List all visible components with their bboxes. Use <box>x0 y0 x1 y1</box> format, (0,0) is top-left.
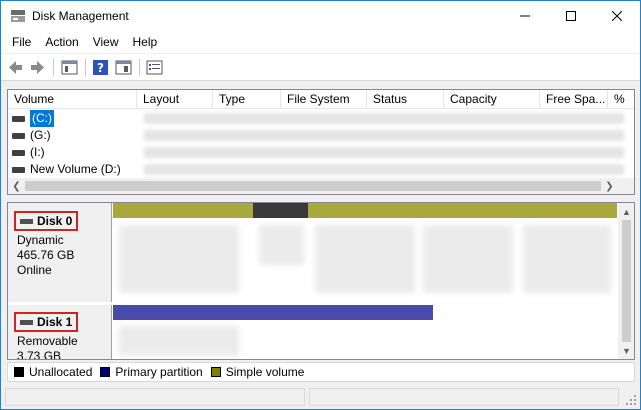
unallocated-bar <box>253 203 308 218</box>
help-icon[interactable]: ? <box>92 59 109 76</box>
volume-row[interactable]: (C:) <box>8 110 634 127</box>
disk-icon <box>20 218 33 224</box>
disk-0-title: Disk 0 <box>14 211 79 231</box>
legend-swatch <box>100 367 111 377</box>
drive-icon <box>12 149 25 156</box>
title-bar: Disk Management <box>1 1 640 31</box>
legend-primary-partition: Primary partition <box>100 365 203 379</box>
primary-partition-bar <box>113 305 433 320</box>
legend: Unallocated Primary partition Simple vol… <box>7 362 635 382</box>
drive-icon <box>12 115 25 122</box>
back-arrow-icon[interactable] <box>7 59 24 76</box>
drive-icon <box>12 166 25 173</box>
close-icon <box>612 11 622 21</box>
menu-action[interactable]: Action <box>38 32 85 52</box>
legend-swatch <box>14 367 24 377</box>
simple-volume-bar <box>113 203 253 218</box>
redacted-row-details <box>144 164 624 175</box>
volume-row[interactable]: (G:) <box>8 127 634 144</box>
properties-icon[interactable] <box>146 59 163 76</box>
disk-1-size: 3.73 GB <box>17 349 62 360</box>
scroll-up-icon[interactable]: ▲ <box>618 203 634 220</box>
minimize-icon <box>520 15 530 17</box>
disk-1-kind: Removable <box>17 334 78 348</box>
legend-swatch <box>210 367 221 377</box>
column-type[interactable]: Type <box>213 90 281 109</box>
legend-unallocated: Unallocated <box>14 365 92 379</box>
resize-grip-icon[interactable] <box>625 394 637 406</box>
scroll-down-icon[interactable]: ▼ <box>618 342 634 359</box>
menu-file[interactable]: File <box>5 32 38 52</box>
forward-arrow-icon[interactable] <box>29 59 46 76</box>
status-cell <box>5 388 305 406</box>
column-file-system[interactable]: File System <box>281 90 367 109</box>
disk-management-window: Disk Management File Action View Help ? … <box>0 0 641 410</box>
status-cell <box>309 388 619 406</box>
menu-help[interactable]: Help <box>126 32 165 52</box>
svg-text:?: ? <box>97 61 104 75</box>
disk-management-icon <box>11 10 25 22</box>
disk-0-kind: Dynamic <box>17 233 64 247</box>
disk-icon <box>20 319 33 325</box>
console-tree-icon[interactable] <box>61 59 78 76</box>
volume-name: (I:) <box>30 145 45 159</box>
disk-0-label[interactable]: Disk 0 Dynamic 465.76 GB Online <box>8 203 112 302</box>
maximize-button[interactable] <box>548 1 594 31</box>
scrollbar-thumb[interactable] <box>622 220 631 342</box>
volume-name: (C:) <box>30 110 54 127</box>
redacted-row-details <box>144 147 624 158</box>
column-layout[interactable]: Layout <box>137 90 213 109</box>
scroll-right-icon[interactable]: ❯ <box>601 178 618 194</box>
scrollbar-thumb[interactable] <box>25 181 601 191</box>
redacted-volume <box>315 225 415 293</box>
column-volume[interactable]: Volume <box>8 90 137 109</box>
menu-view[interactable]: View <box>86 32 126 52</box>
toolbar: ? <box>1 54 640 81</box>
show-hide-icon[interactable] <box>115 59 132 76</box>
disk-1-label[interactable]: Disk 1 Removable 3.73 GB <box>8 305 112 360</box>
volume-list[interactable]: Volume Layout Type File System Status Ca… <box>7 89 635 195</box>
redacted-volume <box>259 225 304 265</box>
window-title: Disk Management <box>32 9 129 23</box>
close-button[interactable] <box>594 1 640 31</box>
maximize-icon <box>566 11 576 21</box>
disk-graphical-view[interactable]: Disk 0 Dynamic 465.76 GB Online Disk 1 R… <box>7 202 635 360</box>
redacted-volume <box>423 225 513 293</box>
redacted-row-details <box>144 113 624 124</box>
column-capacity[interactable]: Capacity <box>444 90 540 109</box>
disk-0-state: Online <box>17 263 52 277</box>
column-percent-free[interactable]: % <box>608 90 634 109</box>
redacted-volume <box>523 225 611 293</box>
volume-name: New Volume (D:) <box>30 162 121 176</box>
volume-name: (G:) <box>30 128 51 142</box>
volume-row[interactable]: New Volume (D:) <box>8 161 634 178</box>
vertical-scrollbar[interactable]: ▲ ▼ <box>618 203 634 359</box>
minimize-button[interactable] <box>502 1 548 31</box>
legend-simple-volume: Simple volume <box>210 365 304 379</box>
toolbar-separator <box>53 59 54 76</box>
toolbar-separator <box>85 59 86 76</box>
redacted-row-details <box>144 130 624 141</box>
column-free-space[interactable]: Free Spa... <box>540 90 608 109</box>
menu-bar: File Action View Help <box>1 31 640 53</box>
disk-0-size: 465.76 GB <box>17 248 75 262</box>
disk-1-title: Disk 1 <box>14 312 79 332</box>
toolbar-separator <box>139 59 140 76</box>
column-status[interactable]: Status <box>367 90 444 109</box>
volume-row[interactable]: (I:) <box>8 144 634 161</box>
simple-volume-bar <box>308 203 617 218</box>
horizontal-scrollbar[interactable]: ❮ ❯ <box>8 178 634 194</box>
disk-0-partitions[interactable] <box>113 203 617 302</box>
scroll-left-icon[interactable]: ❮ <box>8 178 25 194</box>
redacted-volume <box>119 225 239 293</box>
status-bar <box>1 385 640 409</box>
disk-1-partitions[interactable] <box>113 305 433 359</box>
redacted-volume <box>119 326 239 356</box>
drive-icon <box>12 132 25 139</box>
volume-list-header: Volume Layout Type File System Status Ca… <box>8 90 634 109</box>
